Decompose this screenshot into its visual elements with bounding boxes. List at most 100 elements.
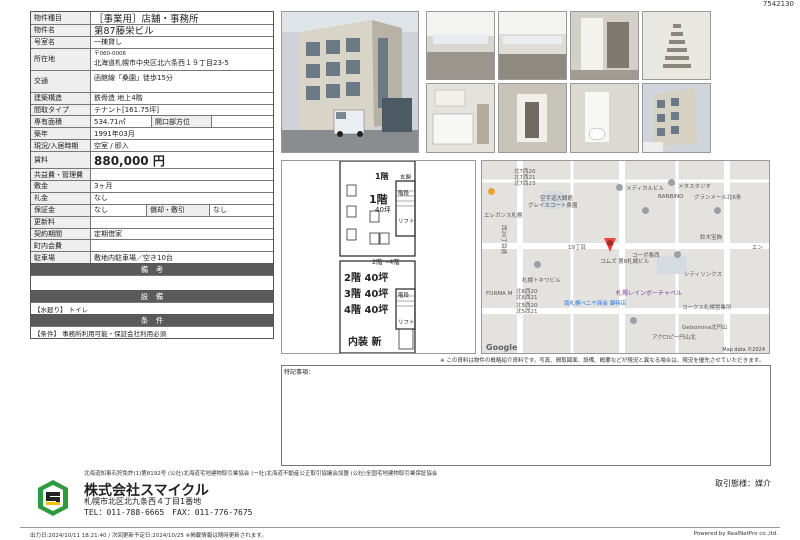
remarks-header: 備 考 [31, 263, 273, 276]
floor-area: 534.71㎡ [94, 117, 126, 126]
google-logo: Google [486, 343, 518, 352]
map-pin-icon [668, 179, 675, 186]
map-label-16: 札幌トキワビル [522, 278, 561, 284]
plan-lift-label: リフト [398, 219, 415, 225]
map-label-3: メディカルビル [626, 186, 665, 192]
map-label-10: 19丁目 [568, 245, 586, 251]
property-name: 第87藤栄ビル [94, 26, 154, 38]
room-name: 一棟貸し [94, 38, 122, 47]
label-town-fee: 町内会費 [31, 240, 91, 252]
key-money: なし [94, 194, 108, 203]
map-pin-icon [616, 184, 623, 191]
label-common-fee: 共益費・管理費 [31, 169, 91, 181]
plan-upper-stairs-label: 階段 [398, 293, 410, 299]
guarantee: なし [94, 206, 108, 215]
company-address: 札幌市北区北九条西４丁目1番地 [84, 497, 202, 506]
map-pin-icon [674, 251, 681, 258]
label-renewal: 更新料 [31, 216, 91, 228]
label-location: 所在地 [31, 48, 91, 70]
plan-4f: 4階 40坪 [344, 305, 389, 316]
photo-interior-2 [498, 11, 567, 80]
amortization: なし [209, 204, 273, 216]
label-rent: 賃料 [31, 152, 91, 169]
plan-1f-label: 1階 [375, 172, 389, 181]
amortization-label: 償却・敷引 [146, 204, 209, 216]
rent: 880,000 円 [94, 153, 165, 168]
photo-corridor [498, 83, 567, 153]
label-access: 交通 [31, 70, 91, 92]
license-info: 北海道知事石狩免許(1)第8192号 (公社)北海道宅地建物取引業協会 (一社)… [84, 471, 438, 477]
facilities-body: 【水廻り】 トイレ [31, 302, 273, 314]
map-label-20: ヨークス札幌営業所 [682, 305, 732, 311]
special-notes-box: 特記事項： [281, 365, 771, 466]
map-label-18: FORMA M [486, 291, 513, 297]
trade-type: 取引態様：媒介 [715, 479, 771, 488]
plan-3f: 3階 40坪 [344, 289, 389, 300]
map-pin-icon [714, 207, 721, 214]
structure: 鉄骨造 地上4階 [94, 94, 143, 103]
photo-kitchen [426, 83, 495, 153]
parking: 敷地内駐車場／空き10台 [94, 253, 173, 262]
layout: テナント[161.75坪] [94, 106, 159, 114]
town-fee [91, 240, 273, 251]
map-label-14: コーポ桑西 [632, 253, 660, 259]
floor-plan: 1階 玄関 階段 1階 40坪 リフト 2階～4階 2階 40坪 3階 40坪 … [281, 160, 476, 354]
document-id: 7542130 [762, 0, 794, 8]
location-map[interactable]: 北7西20 北7西21 北7西23 メディカルビル メタスタジオ 空手道大観館 … [481, 160, 770, 354]
map-label-4: メタスタジオ [678, 184, 712, 190]
map-label-22: アクロピー円山北 [652, 335, 696, 341]
map-pin-icon [642, 207, 649, 214]
postal-code: 〒060-0006 [94, 51, 126, 58]
pin-center-icon [607, 240, 613, 246]
map-label-2: 北7西23 [514, 181, 536, 187]
deposit: 3ヶ月 [94, 182, 113, 191]
label-room: 号室名 [31, 36, 91, 48]
plan-floors-label: 2階～4階 [372, 258, 400, 266]
plan-entrance-label: 玄関 [400, 175, 412, 181]
address: 北海道札幌市中央区北六条西１９丁目23-5 [94, 59, 229, 68]
status: 空室 / 即入 [94, 141, 129, 150]
building-photo [281, 11, 419, 153]
label-contract: 契約期間 [31, 228, 91, 240]
plan-stairs-label: 階段 [398, 191, 410, 197]
conditions-header: 条 件 [31, 314, 273, 327]
label-parking: 駐車場 [31, 252, 91, 264]
powered-by: Powered by RealNetPro co.,ltd. [693, 531, 778, 537]
company-logo [36, 478, 70, 518]
contract-period: 定期借家 [94, 230, 122, 239]
property-table: 物件種目 ［事業用］店舗・事務所 物件名 第87藤栄ビル 号室名 一棟貸し 所在地 〒… [30, 11, 274, 340]
map-label-12: 鈴木宝飾 [700, 235, 723, 241]
map-label-7: グレイスコート桑園 [528, 203, 578, 209]
map-label-25: 北6西21 [516, 295, 538, 301]
output-date: 出力日:2024/10/11 18:21:40 / 次回更新予定日:2024/1… [30, 533, 267, 539]
label-structure: 建築構造 [31, 92, 91, 104]
label-type: 物件種目 [31, 12, 91, 24]
photo-toilet [570, 83, 639, 153]
disclaimer: ※ この資料は物件の概略紹介資料です。写真、間取図面、設備、概要などが現況と異な… [440, 358, 765, 364]
label-built: 築年 [31, 128, 91, 140]
photo-stairs [642, 11, 711, 80]
map-pin-icon [630, 317, 637, 324]
label-area: 専有面積 [31, 116, 91, 128]
map-label-21: Gelsomina北円山 [682, 325, 728, 331]
label-deposit: 敷金 [31, 181, 91, 192]
footer-divider [20, 527, 780, 528]
label-layout: 間取タイプ [31, 104, 91, 116]
map-label-27: 北5西21 [516, 309, 538, 315]
renewal-fee [91, 217, 273, 228]
opening-direction-label: 開口部方位 [151, 116, 211, 128]
label-status: 現況/入居時期 [31, 140, 91, 152]
label-name: 物件名 [31, 24, 91, 36]
opening-direction [211, 116, 273, 128]
map-label-13: 西20丁目通 [500, 225, 506, 254]
access: 函館線「桑園」徒歩15分 [94, 73, 173, 82]
label-guarantee: 保証金 [31, 204, 91, 216]
map-label-23: エン [752, 245, 764, 251]
remarks-body [31, 275, 273, 290]
map-pin-icon [534, 261, 541, 268]
conditions-body: 【条件】 事務所利用可能・保証会社利用必須 [31, 326, 273, 338]
facilities-header: 設 備 [31, 290, 273, 303]
map-label-15: シティリンクス [684, 272, 723, 278]
label-key-money: 礼金 [31, 192, 91, 204]
photo-entrance [570, 11, 639, 80]
